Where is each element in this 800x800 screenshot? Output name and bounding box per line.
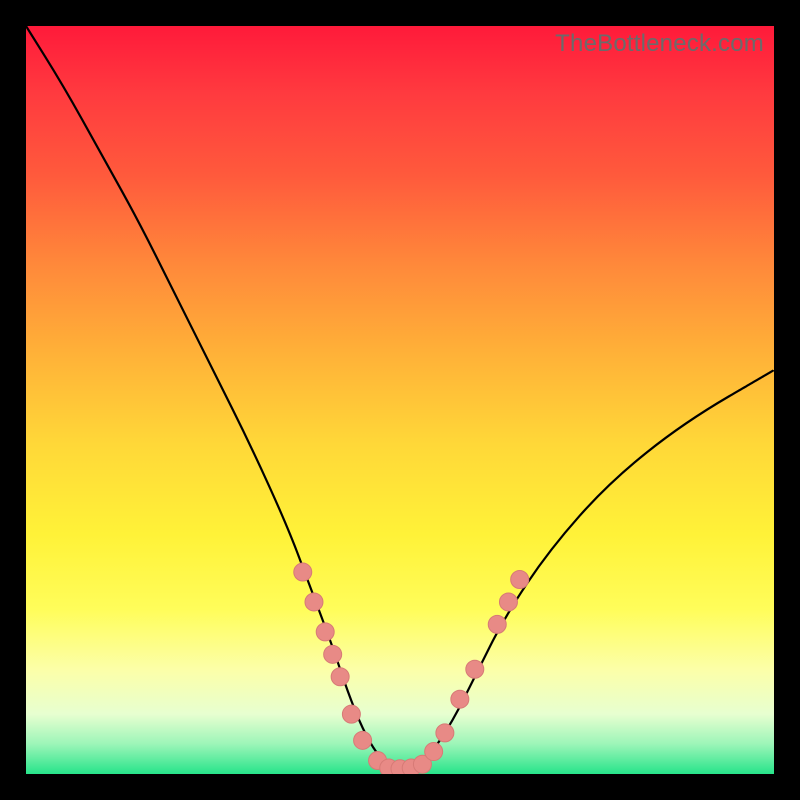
curve-markers xyxy=(294,563,529,774)
curve-marker xyxy=(488,615,506,633)
curve-marker xyxy=(451,690,469,708)
curve-marker xyxy=(331,668,349,686)
curve-marker xyxy=(436,724,454,742)
bottleneck-curve xyxy=(26,26,774,768)
curve-marker xyxy=(511,571,529,589)
plot-area: TheBottleneck.com xyxy=(26,26,774,774)
curve-marker xyxy=(305,593,323,611)
curve-marker xyxy=(354,731,372,749)
curve-marker xyxy=(499,593,517,611)
curve-marker xyxy=(294,563,312,581)
chart-frame: TheBottleneck.com xyxy=(0,0,800,800)
curve-marker xyxy=(316,623,334,641)
curve-marker xyxy=(466,660,484,678)
curve-marker xyxy=(425,743,443,761)
curve-marker xyxy=(324,645,342,663)
curve-marker xyxy=(342,705,360,723)
chart-overlay xyxy=(26,26,774,774)
